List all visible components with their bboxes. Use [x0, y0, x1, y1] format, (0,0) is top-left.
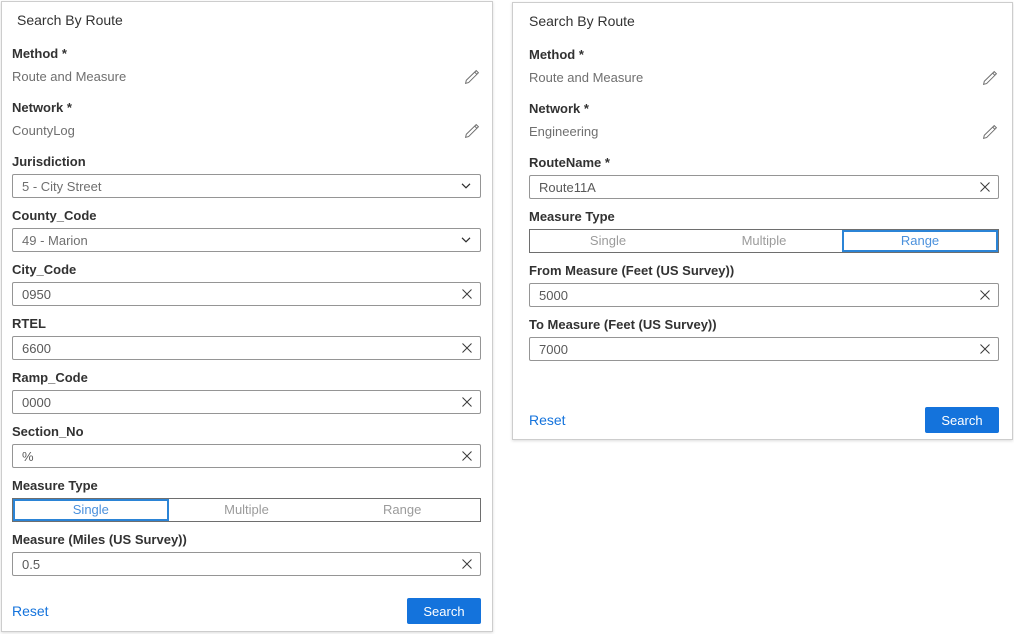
x-icon	[461, 396, 473, 408]
jurisdiction-select[interactable]: 5 - City Street	[12, 174, 481, 198]
measure-type-field: Measure Type Single Multiple Range	[529, 208, 999, 253]
measure-type-segmented: Single Multiple Range	[12, 498, 481, 522]
chevron-down-icon	[461, 183, 471, 189]
segment-range[interactable]: Range	[842, 230, 998, 252]
x-icon	[461, 288, 473, 300]
county-code-selected-value: 49 - Marion	[22, 233, 88, 248]
county-code-select[interactable]: 49 - Marion	[12, 228, 481, 252]
clear-from-measure-button[interactable]	[979, 289, 991, 301]
clear-section-no-button[interactable]	[461, 450, 473, 462]
pencil-icon	[982, 70, 998, 86]
edit-network-button[interactable]	[981, 123, 999, 141]
from-measure-input[interactable]	[529, 283, 999, 307]
rtel-input[interactable]	[12, 336, 481, 360]
method-field: Method * Route and Measure	[529, 46, 999, 88]
measure-type-field: Measure Type Single Multiple Range	[12, 477, 481, 522]
jurisdiction-field: Jurisdiction 5 - City Street	[12, 153, 481, 198]
reset-link[interactable]: Reset	[12, 603, 49, 619]
measure-type-segmented: Single Multiple Range	[529, 229, 999, 253]
reset-link[interactable]: Reset	[529, 412, 566, 428]
x-icon	[979, 181, 991, 193]
method-field: Method * Route and Measure	[12, 45, 481, 87]
method-value: Route and Measure	[12, 69, 126, 84]
segment-multiple[interactable]: Multiple	[169, 499, 325, 521]
clear-city-code-button[interactable]	[461, 288, 473, 300]
network-field: Network * Engineering	[529, 100, 999, 142]
city-code-label: City_Code	[12, 261, 481, 278]
segment-single[interactable]: Single	[13, 499, 169, 521]
panel-footer: Reset Search	[12, 598, 481, 624]
edit-method-button[interactable]	[463, 68, 481, 86]
panel-footer: Reset Search	[529, 407, 999, 433]
x-icon	[461, 342, 473, 354]
pencil-icon	[982, 124, 998, 140]
from-measure-field: From Measure (Feet (US Survey))	[529, 262, 999, 307]
search-button[interactable]: Search	[925, 407, 999, 433]
network-value: Engineering	[529, 124, 598, 139]
search-by-route-panel-right: Search By Route Method * Route and Measu…	[512, 2, 1013, 440]
edit-method-button[interactable]	[981, 69, 999, 87]
county-code-field: County_Code 49 - Marion	[12, 207, 481, 252]
panel-title: Search By Route	[529, 3, 999, 30]
section-no-input[interactable]	[12, 444, 481, 468]
measure-input[interactable]	[12, 552, 481, 576]
city-code-field: City_Code	[12, 261, 481, 306]
x-icon	[979, 289, 991, 301]
ramp-code-label: Ramp_Code	[12, 369, 481, 386]
measure-type-label: Measure Type	[12, 477, 481, 494]
chevron-down-icon	[461, 237, 471, 243]
route-name-field: RouteName *	[529, 154, 999, 199]
method-label: Method *	[529, 46, 999, 63]
network-label: Network *	[529, 100, 999, 117]
section-no-label: Section_No	[12, 423, 481, 440]
to-measure-field: To Measure (Feet (US Survey))	[529, 316, 999, 361]
edit-network-button[interactable]	[463, 122, 481, 140]
section-no-field: Section_No	[12, 423, 481, 468]
network-field: Network * CountyLog	[12, 99, 481, 141]
segment-range[interactable]: Range	[324, 499, 480, 521]
measure-label: Measure (Miles (US Survey))	[12, 531, 481, 548]
clear-rtel-button[interactable]	[461, 342, 473, 354]
ramp-code-input[interactable]	[12, 390, 481, 414]
clear-measure-button[interactable]	[461, 558, 473, 570]
measure-field: Measure (Miles (US Survey))	[12, 531, 481, 576]
search-button[interactable]: Search	[407, 598, 481, 624]
rtel-field: RTEL	[12, 315, 481, 360]
segment-multiple[interactable]: Multiple	[686, 230, 842, 252]
route-name-input[interactable]	[529, 175, 999, 199]
rtel-label: RTEL	[12, 315, 481, 332]
segment-single[interactable]: Single	[530, 230, 686, 252]
x-icon	[979, 343, 991, 355]
jurisdiction-selected-value: 5 - City Street	[22, 179, 101, 194]
measure-type-label: Measure Type	[529, 208, 999, 225]
network-label: Network *	[12, 99, 481, 116]
from-measure-label: From Measure (Feet (US Survey))	[529, 262, 999, 279]
to-measure-input[interactable]	[529, 337, 999, 361]
network-value: CountyLog	[12, 123, 75, 138]
x-icon	[461, 558, 473, 570]
pencil-icon	[464, 69, 480, 85]
pencil-icon	[464, 123, 480, 139]
city-code-input[interactable]	[12, 282, 481, 306]
clear-route-name-button[interactable]	[979, 181, 991, 193]
county-code-label: County_Code	[12, 207, 481, 224]
method-label: Method *	[12, 45, 481, 62]
clear-ramp-code-button[interactable]	[461, 396, 473, 408]
clear-to-measure-button[interactable]	[979, 343, 991, 355]
route-name-label: RouteName *	[529, 154, 999, 171]
search-by-route-panel-left: Search By Route Method * Route and Measu…	[1, 1, 493, 632]
to-measure-label: To Measure (Feet (US Survey))	[529, 316, 999, 333]
x-icon	[461, 450, 473, 462]
method-value: Route and Measure	[529, 70, 643, 85]
panel-title: Search By Route	[17, 2, 481, 29]
jurisdiction-label: Jurisdiction	[12, 153, 481, 170]
ramp-code-field: Ramp_Code	[12, 369, 481, 414]
